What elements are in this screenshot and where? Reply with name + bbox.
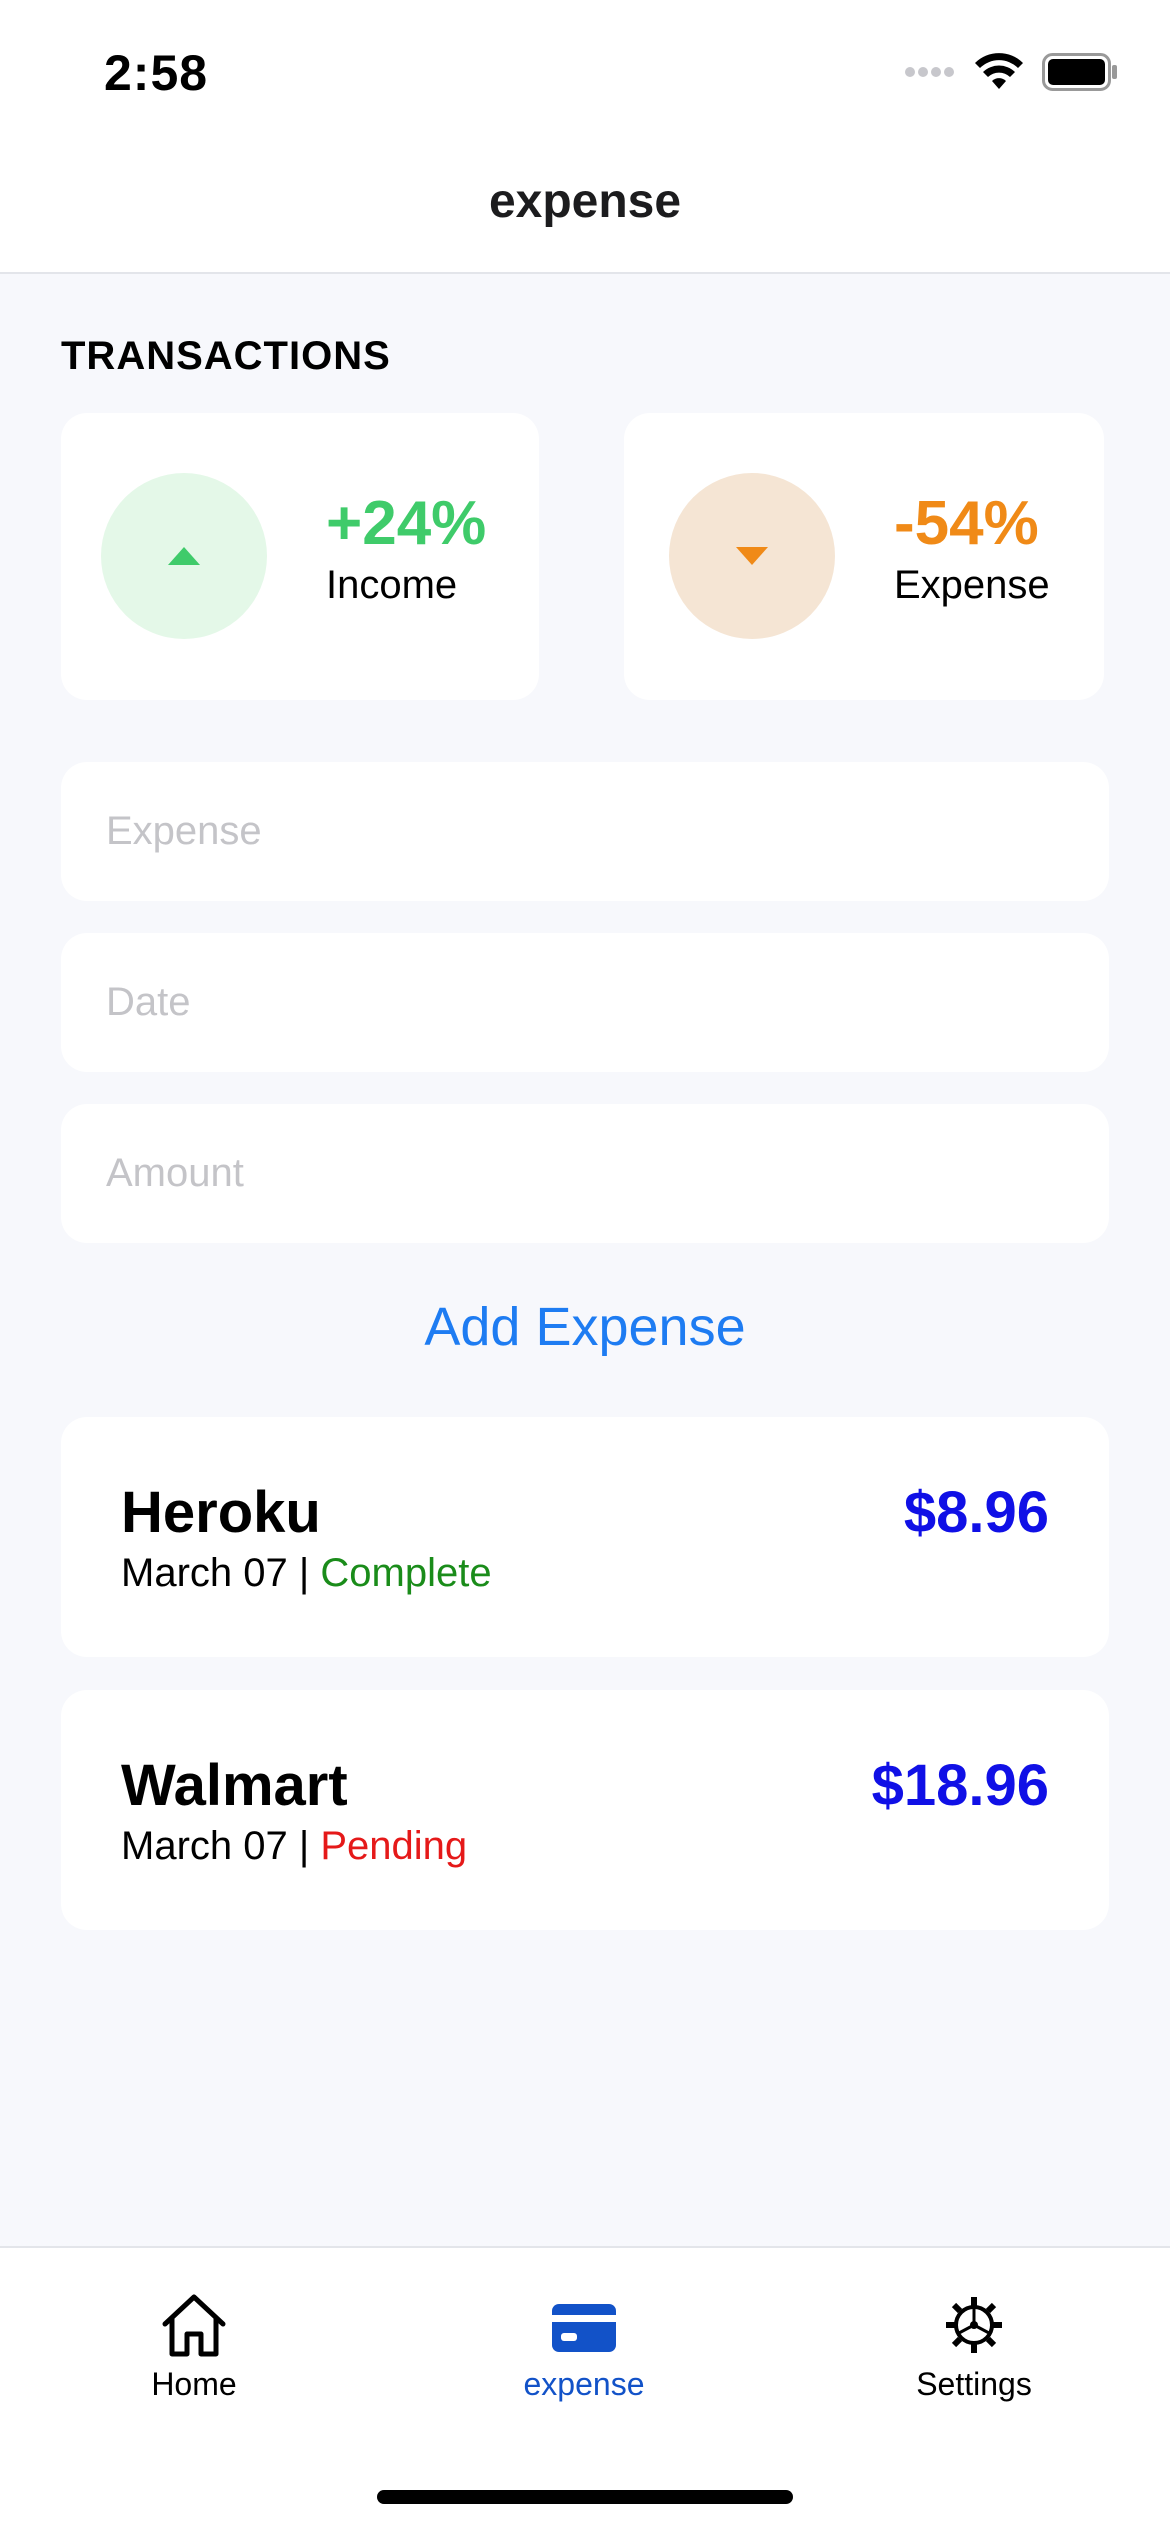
income-indicator: [101, 473, 267, 639]
gear-icon: [946, 2297, 1002, 2353]
status-badge: Pending: [320, 1824, 468, 1868]
income-card: +24% Income: [61, 413, 539, 700]
transactions-heading: TRANSACTIONS: [61, 334, 391, 378]
separator: |: [287, 1551, 321, 1595]
arrow-up-icon: [168, 547, 200, 565]
expense-name-input[interactable]: [61, 762, 1109, 901]
expense-amount: $18.96: [871, 1753, 1049, 1818]
expense-card: -54% Expense: [624, 413, 1104, 700]
status-icons: [904, 52, 1118, 92]
tab-expense[interactable]: expense: [434, 2292, 734, 2403]
expense-meta: March 07 | Pending: [121, 1824, 467, 1869]
amount-input[interactable]: [61, 1104, 1109, 1243]
expense-meta: March 07 | Complete: [121, 1551, 492, 1596]
status-bar: 2:58: [0, 0, 1170, 140]
separator: |: [287, 1824, 321, 1868]
signal-icon: [905, 67, 954, 77]
tab-label: Home: [151, 2366, 237, 2402]
tab-label: Settings: [916, 2366, 1032, 2402]
expense-amount: $8.96: [903, 1480, 1049, 1545]
expense-name: Walmart: [121, 1753, 348, 1818]
expense-indicator: [669, 473, 835, 639]
home-indicator: [377, 2490, 793, 2504]
income-label: Income: [326, 563, 458, 607]
nav-header: expense: [0, 140, 1170, 274]
expense-date: March 07: [121, 1824, 288, 1868]
expense-name: Heroku: [121, 1480, 321, 1545]
expense-label: Expense: [894, 563, 1050, 607]
tab-home[interactable]: Home: [44, 2292, 344, 2403]
status-time: 2:58: [104, 45, 209, 101]
battery-icon: [1042, 53, 1117, 91]
status-badge: Complete: [320, 1551, 492, 1595]
income-percent: +24%: [326, 489, 487, 558]
tab-settings[interactable]: Settings: [824, 2292, 1124, 2403]
home-icon: [162, 2294, 226, 2357]
add-expense-button[interactable]: Add Expense: [0, 1296, 1170, 1358]
arrow-down-icon: [736, 547, 768, 565]
expense-date: March 07: [121, 1551, 288, 1595]
tab-label: expense: [523, 2366, 645, 2402]
page-title: expense: [488, 174, 682, 228]
credit-card-icon: [552, 2304, 616, 2352]
wifi-icon: [975, 53, 1023, 89]
date-input[interactable]: [61, 933, 1109, 1072]
expense-percent: -54%: [894, 489, 1039, 558]
list-item[interactable]: Heroku March 07 | Complete $8.96: [61, 1417, 1109, 1657]
list-item[interactable]: Walmart March 07 | Pending $18.96: [61, 1690, 1109, 1930]
